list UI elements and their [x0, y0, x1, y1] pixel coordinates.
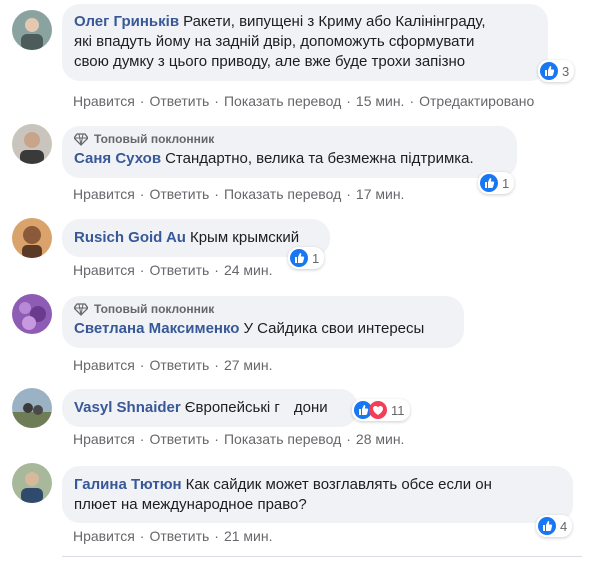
top-fan-label: Топовый поклонник — [94, 132, 215, 146]
diamond-icon — [74, 303, 88, 316]
timestamp[interactable]: 15 мин. — [356, 92, 405, 110]
top-fan-label: Топовый поклонник — [94, 302, 215, 316]
comment-actions: Нравится · Ответить · Показать перевод ·… — [73, 430, 404, 448]
separator: · — [214, 262, 219, 278]
separator: · — [346, 431, 351, 447]
comment-actions: Нравится · Ответить · Показать перевод ·… — [73, 92, 534, 110]
reply-button[interactable]: Ответить — [149, 356, 209, 374]
reaction-count: 1 — [312, 250, 320, 266]
comment-text: У Сайдика свои интересы — [243, 320, 425, 337]
timestamp[interactable]: 27 мин. — [224, 356, 273, 374]
separator: · — [409, 93, 415, 109]
like-button[interactable]: Нравится — [73, 92, 135, 110]
comment-bubble: Топовый поклонник Саня Сухов Стандартно, … — [62, 126, 517, 178]
like-button[interactable]: Нравится — [73, 185, 135, 203]
avatar[interactable] — [12, 388, 52, 428]
like-button[interactable]: Нравится — [73, 356, 135, 374]
like-icon — [540, 62, 558, 80]
reaction-count: 11 — [391, 402, 405, 418]
comment-author[interactable]: Олег Гриньків — [74, 13, 179, 30]
comment-bubble: Vasyl Shnaider Європейські г дони — [62, 389, 358, 427]
like-icon — [290, 249, 308, 267]
like-icon — [480, 174, 498, 192]
reply-button[interactable]: Ответить — [149, 261, 209, 279]
comment-actions: Нравится · Ответить · Показать перевод ·… — [73, 185, 404, 203]
translate-button[interactable]: Показать перевод — [224, 430, 341, 448]
comment-author[interactable]: Саня Сухов — [74, 150, 161, 167]
comment-text: Как сайдик может возглавлять обсе если о… — [185, 476, 492, 493]
top-fan-badge: Топовый поклонник — [74, 131, 505, 147]
comment-author[interactable]: Vasyl Shnaider — [74, 399, 181, 416]
reaction-summary[interactable]: 3 — [538, 60, 575, 82]
diamond-icon — [74, 133, 88, 146]
comment-bubble: Топовый поклонник Светлана Максименко У С… — [62, 296, 464, 348]
reaction-summary[interactable]: 4 — [536, 515, 573, 537]
separator: · — [214, 186, 219, 202]
avatar[interactable] — [12, 463, 52, 503]
love-icon — [369, 401, 387, 419]
avatar[interactable] — [12, 124, 52, 164]
avatar[interactable] — [12, 218, 52, 258]
translate-button[interactable]: Показать перевод — [224, 92, 341, 110]
separator: · — [214, 357, 219, 373]
translate-button[interactable]: Показать перевод — [224, 185, 341, 203]
reply-button[interactable]: Ответить — [149, 185, 209, 203]
comment-bubble: Олег Гриньків Ракети, випущені з Криму аб… — [62, 4, 548, 81]
like-button[interactable]: Нравится — [73, 261, 135, 279]
reaction-count: 4 — [560, 518, 568, 534]
avatar[interactable] — [12, 10, 52, 50]
comment-text: плюет на международное право? — [74, 496, 307, 513]
comment-author[interactable]: Светлана Максименко — [74, 320, 239, 337]
comment-actions: Нравится · Ответить · 24 мин. — [73, 261, 273, 279]
reply-button[interactable]: Ответить — [149, 92, 209, 110]
separator: · — [139, 262, 145, 278]
comment-author[interactable]: Rusich Goid Au — [74, 229, 186, 246]
comment-text: Європейські г — [184, 399, 280, 416]
comment-author[interactable]: Галина Тютюн — [74, 476, 182, 493]
like-button[interactable]: Нравится — [73, 527, 135, 545]
reaction-count: 1 — [502, 175, 510, 191]
top-fan-badge: Топовый поклонник — [74, 301, 452, 317]
comment-bubble: Галина Тютюн Как сайдик может возглавлять… — [62, 466, 573, 523]
timestamp[interactable]: 17 мин. — [356, 185, 405, 203]
comment-text-tail: дони — [293, 399, 328, 416]
separator: · — [214, 93, 219, 109]
reaction-summary[interactable]: 1 — [288, 247, 325, 269]
comment-text: які впадуть йому на задній двір, допомож… — [74, 33, 475, 50]
timestamp[interactable]: 28 мин. — [356, 430, 405, 448]
edited-label: Отредактировано — [419, 93, 535, 109]
separator: · — [139, 93, 145, 109]
reply-button[interactable]: Ответить — [149, 527, 209, 545]
comment-actions: Нравится · Ответить · 21 мин. — [73, 527, 273, 545]
reaction-summary[interactable]: 11 — [352, 399, 410, 421]
comment-text: Крым крымский — [189, 229, 300, 246]
separator: · — [214, 431, 219, 447]
separator: · — [346, 186, 351, 202]
divider — [62, 556, 582, 557]
comment-text: Стандартно, велика та безмежна підтримка… — [165, 150, 474, 167]
timestamp[interactable]: 21 мин. — [224, 527, 273, 545]
comment-actions: Нравится · Ответить · 27 мин. — [73, 356, 273, 374]
separator: · — [139, 186, 145, 202]
like-button[interactable]: Нравится — [73, 430, 135, 448]
comment-text: свою думку з цього приводу, але вже буде… — [74, 53, 466, 70]
reaction-summary[interactable]: 1 — [478, 172, 515, 194]
reaction-count: 3 — [562, 63, 570, 79]
separator: · — [139, 528, 145, 544]
like-icon — [538, 517, 556, 535]
timestamp[interactable]: 24 мин. — [224, 261, 273, 279]
separator: · — [139, 431, 145, 447]
reply-button[interactable]: Ответить — [149, 430, 209, 448]
separator: · — [139, 357, 145, 373]
separator: · — [214, 528, 219, 544]
separator: · — [346, 93, 351, 109]
avatar[interactable] — [12, 294, 52, 334]
comment-text: Ракети, випущені з Криму або Калінінград… — [183, 13, 486, 30]
